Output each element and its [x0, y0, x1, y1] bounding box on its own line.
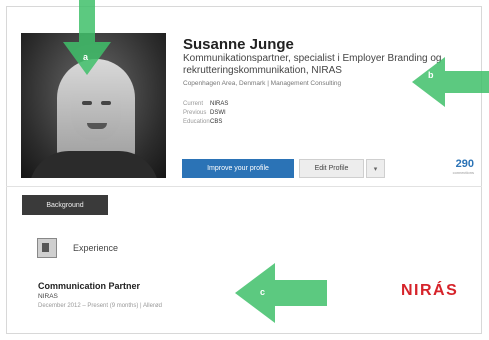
- fact-key: Current: [183, 101, 204, 107]
- fact-value[interactable]: NIRAS: [210, 100, 228, 109]
- fact-row-education: Education CBS: [183, 118, 228, 127]
- tab-background[interactable]: Background: [22, 195, 108, 215]
- arrow-b-shape: [412, 57, 489, 107]
- chevron-down-icon[interactable]: ▾: [366, 159, 385, 178]
- photo-mouth: [87, 123, 107, 129]
- connections-count[interactable]: 290: [430, 158, 474, 170]
- section-divider: [6, 186, 482, 187]
- improve-profile-button[interactable]: Improve your profile: [182, 159, 294, 178]
- annotation-arrow-a: [63, 0, 111, 75]
- fact-key: Previous: [183, 110, 207, 116]
- photo-face: [71, 77, 121, 141]
- annotation-label-a: a: [83, 52, 89, 62]
- fact-row-previous: Previous DSWI: [183, 109, 228, 118]
- profile-name: Susanne Junge: [183, 36, 294, 53]
- annotation-arrow-c: [235, 263, 327, 323]
- photo-eye-right: [101, 101, 111, 105]
- profile-location: Copenhagen Area, Denmark | Management Co…: [183, 80, 342, 87]
- edit-profile-button[interactable]: Edit Profile: [299, 159, 364, 178]
- job-dates: December 2012 – Present (9 months) | All…: [38, 303, 162, 309]
- job-company[interactable]: NIRAS: [38, 293, 58, 300]
- job-title[interactable]: Communication Partner: [38, 281, 140, 291]
- experience-section-title: Experience: [73, 243, 119, 253]
- annotation-arrow-b: [412, 57, 489, 107]
- arrow-c-shape: [235, 263, 327, 323]
- arrow-a-shape: [63, 0, 111, 75]
- fact-value[interactable]: CBS: [210, 118, 222, 127]
- photo-eye-left: [82, 101, 92, 105]
- niras-logo[interactable]: NIRÁS: [401, 282, 458, 300]
- fact-key: Education: [183, 119, 210, 125]
- annotation-label-b: b: [428, 70, 434, 80]
- photo-shoulders: [29, 151, 159, 178]
- annotation-label-c: c: [260, 287, 266, 297]
- briefcase-icon: [37, 238, 57, 258]
- connections-label: connections: [452, 170, 474, 175]
- profile-facts: Current NIRAS Previous DSWI Education CB…: [183, 100, 228, 127]
- fact-value[interactable]: DSWI: [210, 109, 226, 118]
- fact-row-current: Current NIRAS: [183, 100, 228, 109]
